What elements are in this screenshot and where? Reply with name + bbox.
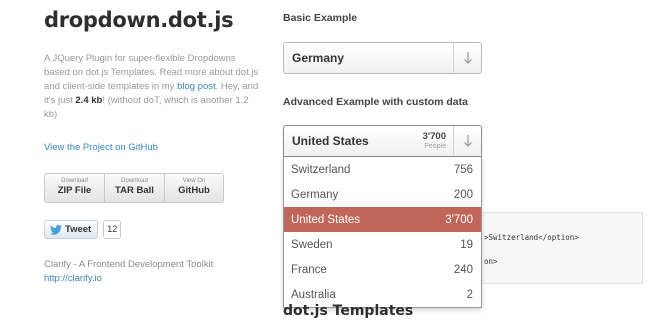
tweet-button[interactable]: Tweet xyxy=(44,220,99,239)
arrow-down-icon xyxy=(464,135,472,147)
advanced-example-heading: Advanced Example with custom data xyxy=(283,96,468,108)
twitter-bird-icon xyxy=(50,224,62,235)
advanced-dropdown-count: 3'700 People xyxy=(423,132,446,151)
view-github-label: GitHub xyxy=(178,185,210,196)
arrow-down-icon xyxy=(464,52,472,64)
dropdown-option-united-states[interactable]: United States 3'700 xyxy=(284,207,481,232)
download-tar-label: TAR Ball xyxy=(115,185,154,196)
code-line: on> xyxy=(484,257,498,266)
project-description: A JQuery Plugin for super-flexible Dropd… xyxy=(44,52,259,122)
option-label: Switzerland xyxy=(291,163,351,176)
tweet-count: 12 xyxy=(103,220,122,239)
clarify-text: Clarify - A Frontend Development Toolkit xyxy=(44,259,214,270)
download-zip-button[interactable]: Download ZIP File xyxy=(45,174,105,202)
advanced-dropdown-list: Switzerland 756 Germany 200 United State… xyxy=(283,157,482,308)
option-label: Australia xyxy=(291,288,336,301)
dropdown-divider xyxy=(453,126,454,156)
dropdown-option-sweden[interactable]: Sweden 19 xyxy=(284,232,481,257)
download-tar-caption: Download xyxy=(121,178,148,184)
option-label: United States xyxy=(291,213,361,226)
dropdown-option-france[interactable]: France 240 xyxy=(284,257,481,282)
view-github-caption: View On xyxy=(182,178,206,184)
advanced-dropdown-value: United States xyxy=(292,134,369,148)
option-label: France xyxy=(291,263,327,276)
option-value: 19 xyxy=(460,238,473,251)
blog-post-link[interactable]: blog post xyxy=(177,81,216,92)
clarify-promo: Clarify - A Frontend Development Toolkit… xyxy=(44,258,213,286)
dropdown-divider xyxy=(453,43,454,73)
option-value: 756 xyxy=(453,163,473,176)
download-zip-label: ZIP File xyxy=(57,185,92,196)
code-line: >Switzerland</option> xyxy=(484,233,579,242)
download-button-group: Download ZIP File Download TAR Ball View… xyxy=(44,173,224,203)
download-zip-caption: Download xyxy=(61,178,88,184)
download-tar-button[interactable]: Download TAR Ball xyxy=(105,174,165,202)
dropdown-option-germany[interactable]: Germany 200 xyxy=(284,182,481,207)
dropdown-option-switzerland[interactable]: Switzerland 756 xyxy=(284,157,481,182)
size-badge: 2.4 kb xyxy=(75,95,103,106)
option-value: 3'700 xyxy=(445,213,473,226)
option-value: 200 xyxy=(453,188,473,201)
view-on-github-link[interactable]: View the Project on GitHub xyxy=(44,142,158,153)
page-title: dropdown.dot.js xyxy=(44,8,234,32)
option-value: 240 xyxy=(453,263,473,276)
selected-count: 3'700 xyxy=(422,131,446,142)
basic-dropdown-value: Germany xyxy=(292,51,345,65)
option-label: Germany xyxy=(291,188,339,201)
tweet-label: Tweet xyxy=(65,224,92,235)
option-label: Sweden xyxy=(291,238,333,251)
clarify-link[interactable]: http://clarify.io xyxy=(44,272,213,286)
option-value: 2 xyxy=(466,288,473,301)
templates-section-heading: dot.js Templates xyxy=(283,303,414,319)
basic-example-heading: Basic Example xyxy=(283,12,358,24)
code-snippet: >Switzerland</option> on> xyxy=(473,212,643,284)
view-github-button[interactable]: View On GitHub xyxy=(165,174,223,202)
tweet-widget: Tweet 12 xyxy=(44,220,122,239)
advanced-dropdown[interactable]: United States 3'700 People xyxy=(283,125,482,157)
count-unit: People xyxy=(424,143,446,150)
basic-dropdown[interactable]: Germany xyxy=(283,42,482,74)
